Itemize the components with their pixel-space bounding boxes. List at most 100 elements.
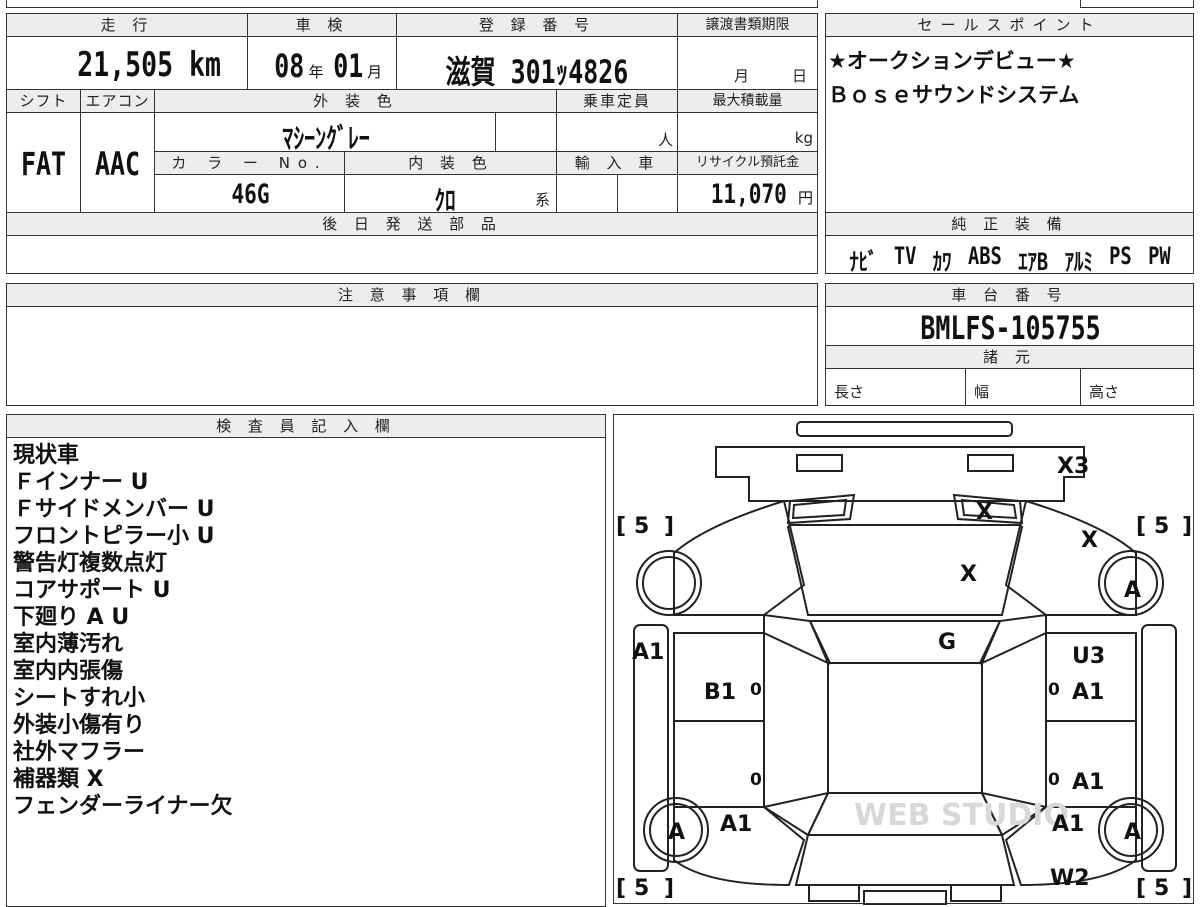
- mileage-value: 21,505: [77, 45, 173, 85]
- sales-label: セールスポイント: [825, 13, 1194, 37]
- handle-lr: 0: [750, 770, 762, 790]
- inspector-line-8: 室内薄汚れ: [13, 632, 124, 657]
- rear-plate: [863, 890, 947, 905]
- mark-u3: U3: [1072, 644, 1105, 669]
- front-grille-panel: [715, 446, 1085, 502]
- capacity-cell: 人: [556, 112, 678, 152]
- inspector-line-12: 社外マフラー: [13, 740, 146, 765]
- inspector-line-5: 警告灯複数点灯: [13, 551, 168, 576]
- chassis-label: 車 台 番 号: [825, 283, 1194, 307]
- parts-label: 後 日 発 送 部 品: [6, 212, 818, 236]
- interior-color-cell: ｸﾛ 系: [344, 174, 557, 217]
- equipment-leather: ｶﾜ: [932, 248, 952, 276]
- mileage-label: 走 行: [6, 13, 248, 37]
- mark-b1: B1: [704, 680, 736, 705]
- inspector-line-2: Ｆインナー U: [13, 470, 149, 495]
- ac-value: AAC: [94, 145, 141, 183]
- mark-x-fender-right: X: [1081, 528, 1098, 553]
- inspector-line-3: Ｆサイドメンバー U: [13, 497, 215, 522]
- svg-text:[: [: [1136, 876, 1146, 901]
- caution-label: 注 意 事 項 欄: [6, 283, 818, 307]
- equipment-label: 純 正 装 備: [825, 212, 1194, 236]
- inspector-line-6: コアサポート U: [13, 578, 171, 603]
- sales-line-1: ★オークションデビュー★: [828, 49, 1076, 73]
- mark-tire-fr: A: [1124, 578, 1141, 603]
- tire-front-left: [636, 550, 702, 616]
- capacity-label: 乗車定員: [556, 89, 678, 113]
- inspector-line-13: 補器類 X: [13, 767, 104, 792]
- handle-rf: 0: [1048, 680, 1060, 700]
- watermark: WEB STUDIO: [854, 798, 1069, 833]
- inspector-line-11: 外装小傷有り: [13, 713, 146, 738]
- transfer-month-unit: 月: [734, 67, 750, 85]
- tread-rr: 5: [1154, 876, 1169, 901]
- equipment-alloy: ｱﾙﾐ: [1064, 248, 1093, 276]
- inspection-year: 08: [274, 47, 305, 85]
- svg-text:]: ]: [1182, 514, 1192, 539]
- sales-cell: ★オークションデビュー★ Ｂｏｓｅサウンドシステム: [825, 36, 1194, 213]
- left-front-door: [673, 632, 765, 722]
- svg-text:[: [: [1136, 514, 1146, 539]
- exterior-color-extra: [495, 112, 557, 152]
- mileage-cell: 21,505 km: [6, 36, 248, 90]
- length-cell: 長さ: [825, 368, 966, 406]
- inspection-month: 01: [332, 47, 363, 85]
- mark-a1-left-fender: A1: [632, 640, 664, 665]
- equipment-abs: ABS: [967, 242, 1002, 270]
- ac-label: エアコン: [80, 89, 155, 113]
- chassis-cell: BMLFS-105755: [825, 306, 1194, 347]
- colorno-label: カ ラ ー No.: [154, 151, 345, 175]
- mark-tire-rl: A: [668, 820, 685, 845]
- rear-lamp-left: [808, 884, 860, 902]
- interior-color-label: 内 装 色: [344, 151, 557, 175]
- trunk: [794, 834, 1016, 886]
- mark-a1-right-rear-door: A1: [1072, 770, 1104, 795]
- shift-label: シフト: [6, 89, 81, 113]
- mark-w2: W2: [1050, 866, 1090, 891]
- inspection-cell: 08 年 01 月: [247, 36, 397, 90]
- windshield: [808, 620, 1002, 664]
- mark-x3: X3: [1057, 454, 1089, 479]
- shift-value: FAT: [20, 145, 67, 183]
- parts-cell: [6, 235, 818, 274]
- top-strip-right: [1080, 0, 1194, 8]
- tread-fl: 5: [634, 514, 649, 539]
- tread-rl: 5: [634, 876, 649, 901]
- spec-label: 諸 元: [825, 345, 1194, 369]
- front-lamp-left: [796, 454, 843, 472]
- right-rocker: [1141, 624, 1177, 872]
- interior-color-suffix: 系: [534, 191, 550, 209]
- inspector-cell: 現状車 Ｆインナー U Ｆサイドメンバー U フロントピラー小 U 警告灯複数点…: [6, 437, 606, 907]
- inspector-line-9: 室内内張傷: [13, 659, 124, 684]
- inspector-line-10: シートすれ小: [13, 686, 146, 711]
- shift-cell: FAT: [6, 112, 81, 213]
- import-label: 輸 入 車: [556, 151, 678, 175]
- car-diagram-frame: [ 5 ] [ 5 ] [ 5 ] [ 5 ] WEB STUDIO X3 X …: [613, 414, 1194, 905]
- svg-text:[: [: [616, 876, 626, 901]
- mark-x-hood: X: [960, 562, 977, 587]
- import-cell-a: [556, 174, 618, 213]
- mark-a1-left-rear: A1: [720, 812, 752, 837]
- handle-lf: 0: [750, 680, 762, 700]
- inspection-label: 車 検: [247, 13, 397, 37]
- sales-line-2: Ｂｏｓｅサウンドシステム: [828, 83, 1080, 107]
- svg-text:]: ]: [664, 876, 674, 901]
- mileage-unit: km: [188, 45, 221, 85]
- recycle-unit: 円: [797, 189, 813, 207]
- maxload-label: 最大積載量: [677, 89, 818, 113]
- equipment-navi: ﾅﾋﾞ: [849, 248, 878, 276]
- recycle-label: リサイクル預託金: [677, 151, 818, 175]
- roof: [827, 662, 983, 794]
- recycle-cell: 11,070 円: [677, 174, 818, 213]
- mark-a1-right-front-door: A1: [1072, 680, 1104, 705]
- svg-text:[: [: [616, 514, 626, 539]
- right-front-fender: [1004, 499, 1137, 616]
- top-strip: [6, 0, 818, 8]
- hood: [786, 524, 1024, 616]
- mark-a1-right-rear: A1: [1052, 812, 1084, 837]
- import-cell-b: [617, 174, 678, 213]
- handle-rr: 0: [1048, 770, 1060, 790]
- inspector-line-14: フェンダーライナー欠: [13, 794, 233, 819]
- caution-cell: [6, 306, 818, 406]
- tread-fr: 5: [1154, 514, 1169, 539]
